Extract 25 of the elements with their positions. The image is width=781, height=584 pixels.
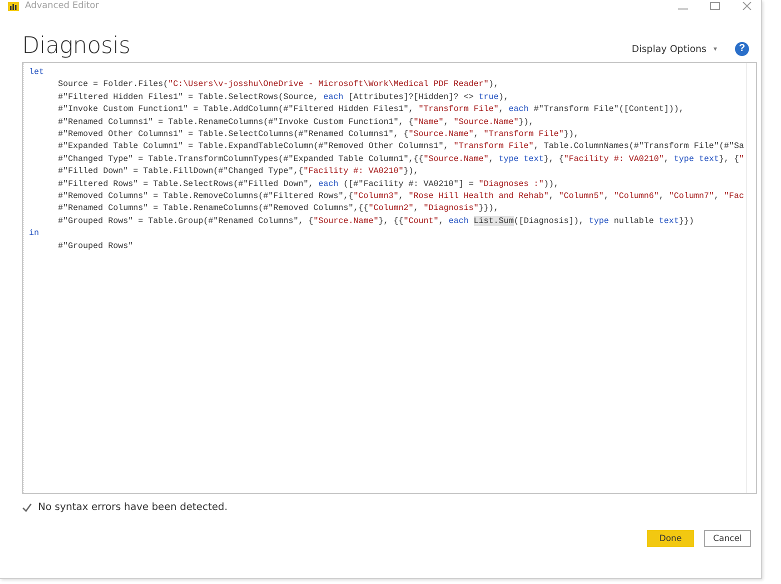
code-line: let [29, 66, 44, 78]
query-title: Diagnosis [22, 33, 130, 59]
code-line: #"Grouped Rows" [57, 240, 134, 252]
code-line: #"Expanded Table Column1" = Table.ExpandTableColumn(#"Removed Other Columns1", "Transform File", Table.ColumnNames(#"Transform File"(#"Sa [57, 140, 744, 153]
code-editor[interactable] [22, 62, 757, 494]
code-line: #"Invoke Custom Function1" = Table.AddColumn(#"Filtered Hidden Files1", "Transform File", each #"Transform File"([Content])), [57, 103, 684, 116]
code-line: #"Filled Down" = Table.FillDown(#"Changed Type",{"Facility #: VA0210"}), [57, 165, 419, 178]
code-line: #"Renamed Columns1" = Table.RenameColumns(#"Invoke Custom Function1", {"Name", "Source.Name"}), [57, 116, 534, 128]
code-line: #"Removed Columns" = Table.RemoveColumns(#"Filtered Rows",{"Column3", "Rose Hill Health and Rehab", "Column5", "Column6", "Column7", "Fac [57, 190, 744, 202]
window-title: Advanced Editor [25, 2, 99, 10]
maximize-icon[interactable] [710, 2, 720, 10]
code-line: #"Filtered Rows" = Table.SelectRows(#"Filled Down", each ([#"Facility #: VA0210"] = "Diagnoses :")), [57, 178, 559, 190]
code-line: #"Changed Type" = Table.TransformColumnTypes(#"Expanded Table Column1",{{"Source.Name", type text}, {"Facility #: VA0210", type text}, {" [57, 152, 744, 166]
code-line: #"Grouped Rows" = Table.Group(#"Renamed Columns", {"Source.Name"}, {{"Count", each List.Sum([Diagnosis]), type nullable text}}) [57, 214, 694, 228]
close-icon[interactable] [742, 2, 752, 10]
syntax-status: No syntax errors have been detected. [38, 502, 228, 512]
code-line: #"Filtered Hidden Files1" = Table.SelectRows(Source, each [Attributes]?[Hidden]? <> true), [57, 90, 509, 104]
code-line: #"Removed Other Columns1" = Table.SelectColumns(#"Renamed Columns1", {"Source.Name", "Transform File"}), [57, 128, 579, 140]
cancel-button[interactable]: Cancel [704, 530, 751, 547]
code-line: Source = Folder.Files("C:\Users\v-josshu\OneDrive - Microsoft\Work\Medical PDF Reader"), [57, 78, 499, 91]
done-button[interactable]: Done [647, 530, 694, 547]
app-icon [8, 2, 19, 10]
help-button[interactable]: ? [735, 42, 749, 56]
code-line: #"Renamed Columns" = Table.RenameColumns(#"Removed Columns",{{"Column2", "Diagnosis"}}), [57, 202, 499, 215]
code-line: in [29, 227, 40, 240]
